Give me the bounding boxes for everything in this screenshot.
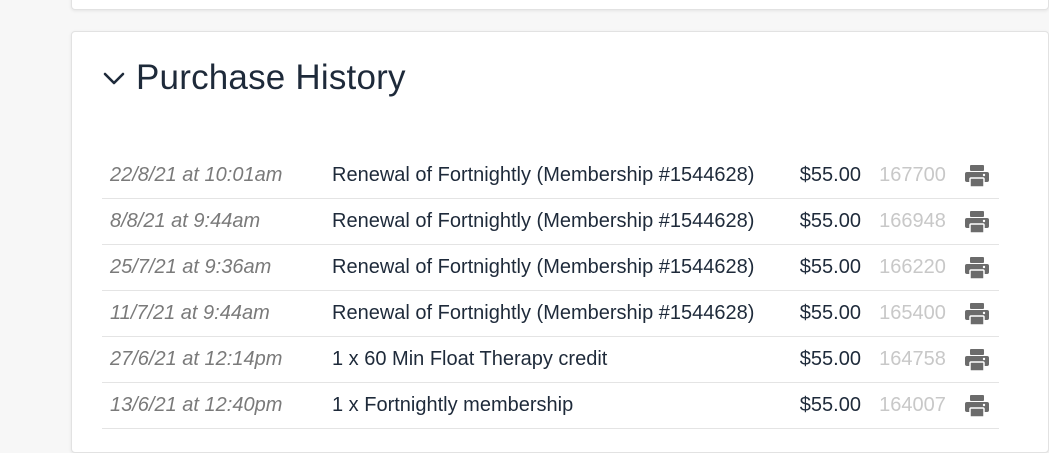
purchase-amount: $55.00 bbox=[799, 302, 861, 324]
print-receipt-button[interactable] bbox=[964, 210, 999, 234]
printer-icon[interactable] bbox=[964, 348, 990, 372]
print-receipt-button[interactable] bbox=[964, 394, 999, 418]
printer-icon[interactable] bbox=[964, 394, 990, 418]
table-row: 25/7/21 at 9:36am Renewal of Fortnightly… bbox=[102, 245, 999, 291]
table-row: 27/6/21 at 12:14pm 1 x 60 Min Float Ther… bbox=[102, 337, 999, 383]
section-title: Purchase History bbox=[136, 58, 406, 97]
purchase-date: 27/6/21 at 12:14pm bbox=[110, 348, 283, 370]
chevron-down-icon[interactable] bbox=[102, 66, 126, 90]
purchase-amount: $55.00 bbox=[799, 394, 861, 416]
order-id: 164758 bbox=[879, 348, 946, 370]
order-id: 167700 bbox=[879, 164, 946, 186]
print-receipt-button[interactable] bbox=[964, 348, 999, 372]
purchase-history-card: Purchase History 22/8/21 at 10:01am Rene… bbox=[71, 31, 1049, 453]
printer-icon[interactable] bbox=[964, 302, 990, 326]
table-row: 13/6/21 at 12:40pm 1 x Fortnightly membe… bbox=[102, 383, 999, 429]
table-row: 8/8/21 at 9:44am Renewal of Fortnightly … bbox=[102, 199, 999, 245]
purchase-amount: $55.00 bbox=[799, 210, 861, 232]
previous-section-card bbox=[71, 0, 1049, 10]
order-id: 166220 bbox=[879, 256, 946, 278]
print-receipt-button[interactable] bbox=[964, 164, 999, 188]
order-id: 165400 bbox=[879, 302, 946, 324]
table-row: 22/8/21 at 10:01am Renewal of Fortnightl… bbox=[102, 153, 999, 199]
order-id: 164007 bbox=[879, 394, 946, 416]
printer-icon[interactable] bbox=[964, 210, 990, 234]
table-row: 11/7/21 at 9:44am Renewal of Fortnightly… bbox=[102, 291, 999, 337]
purchase-amount: $55.00 bbox=[799, 164, 861, 186]
purchase-table: 22/8/21 at 10:01am Renewal of Fortnightl… bbox=[102, 153, 999, 429]
purchase-amount: $55.00 bbox=[799, 348, 861, 370]
purchase-description: Renewal of Fortnightly (Membership #1544… bbox=[332, 164, 755, 186]
purchase-date: 25/7/21 at 9:36am bbox=[110, 256, 272, 278]
purchase-description: Renewal of Fortnightly (Membership #1544… bbox=[332, 210, 755, 232]
printer-icon[interactable] bbox=[964, 256, 990, 280]
order-id: 166948 bbox=[879, 210, 946, 232]
purchase-date: 13/6/21 at 12:40pm bbox=[110, 394, 283, 416]
purchase-description: 1 x 60 Min Float Therapy credit bbox=[332, 348, 608, 370]
purchase-description: Renewal of Fortnightly (Membership #1544… bbox=[332, 256, 755, 278]
print-receipt-button[interactable] bbox=[964, 302, 999, 326]
purchase-description: 1 x Fortnightly membership bbox=[332, 394, 574, 416]
purchase-date: 8/8/21 at 9:44am bbox=[110, 210, 261, 232]
purchase-description: Renewal of Fortnightly (Membership #1544… bbox=[332, 302, 755, 324]
printer-icon[interactable] bbox=[964, 164, 990, 188]
print-receipt-button[interactable] bbox=[964, 256, 999, 280]
purchase-date: 11/7/21 at 9:44am bbox=[110, 302, 270, 324]
purchase-history-toggle[interactable]: Purchase History bbox=[102, 58, 406, 98]
purchase-date: 22/8/21 at 10:01am bbox=[110, 164, 283, 186]
purchase-amount: $55.00 bbox=[799, 256, 861, 278]
